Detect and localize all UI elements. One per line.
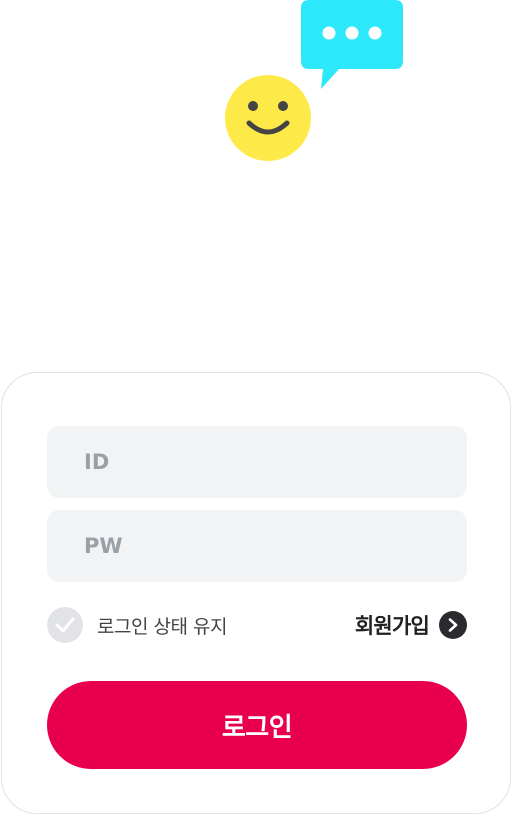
login-button[interactable]: 로그인	[47, 681, 467, 769]
speech-bubble-icon	[301, 0, 403, 89]
keep-login-label: 로그인 상태 유지	[97, 615, 227, 638]
chevron-right-icon	[439, 611, 467, 639]
password-input[interactable]	[47, 510, 467, 582]
login-options: 로그인 상태 유지 회원가입	[47, 607, 467, 647]
illustration-svg	[225, 0, 403, 161]
signup-label: 회원가입	[354, 614, 430, 638]
login-card: 로그인 상태 유지 회원가입 로그인	[1, 372, 511, 814]
password-field[interactable]	[47, 510, 467, 582]
login-page: 로그인 상태 유지 회원가입 로그인	[0, 0, 513, 816]
chat-illustration	[0, 0, 513, 200]
id-field[interactable]	[47, 426, 467, 498]
check-circle-icon[interactable]	[47, 607, 83, 643]
id-input[interactable]	[47, 426, 467, 498]
chevron-right-svg	[448, 618, 458, 632]
checkmark-icon	[55, 617, 75, 633]
keep-login-checkbox[interactable]: 로그인 상태 유지	[47, 607, 227, 643]
signup-link[interactable]: 회원가입	[355, 610, 467, 640]
smiley-face-icon	[225, 75, 311, 161]
